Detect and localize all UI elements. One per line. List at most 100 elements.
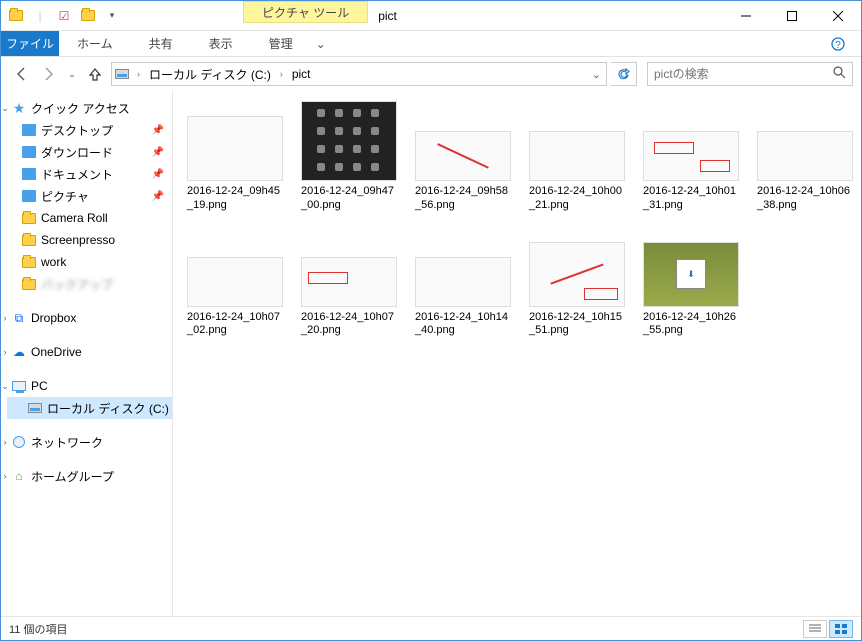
status-item-count: 11 個の項目: [9, 621, 67, 637]
folder-icon: [21, 276, 37, 292]
file-item[interactable]: 2016-12-24_10h01_31.png: [643, 101, 739, 213]
tree-homegroup[interactable]: › ⌂ ホームグループ: [7, 465, 172, 487]
thumbnail: ⬇: [643, 242, 739, 307]
tree-label: OneDrive: [31, 345, 82, 359]
minimize-button[interactable]: [723, 1, 769, 31]
navigation-tree[interactable]: ⌄ ★ クイック アクセス デスクトップ📌 ダウンロード 📌 ドキュメント 📌 ピクチャ 📌…: [1, 91, 173, 616]
search-box[interactable]: [647, 62, 853, 86]
file-item[interactable]: 2016-12-24_09h45_19.png: [187, 101, 283, 213]
chevron-right-icon[interactable]: ›: [277, 69, 286, 79]
ribbon-tab-view[interactable]: 表示: [191, 31, 251, 56]
tree-label: Screenpresso: [41, 233, 115, 247]
dropbox-icon: ⧉: [11, 310, 27, 326]
ribbon-file-tab[interactable]: ファイル: [1, 31, 59, 56]
qat-newfolder-icon[interactable]: [77, 5, 99, 27]
ribbon-help-icon[interactable]: ?: [815, 31, 861, 56]
file-name: 2016-12-24_10h01_31.png: [643, 185, 739, 213]
file-name: 2016-12-24_10h14_40.png: [415, 311, 511, 339]
search-icon[interactable]: [833, 66, 846, 82]
tree-item-blurred[interactable]: バックアップ: [7, 273, 172, 295]
window-title: pict: [378, 1, 397, 30]
tree-dropbox[interactable]: › ⧉ Dropbox: [7, 307, 172, 329]
tree-label: バックアップ: [41, 276, 113, 293]
ribbon-tab-share[interactable]: 共有: [131, 31, 191, 56]
tree-item[interactable]: Screenpresso: [7, 229, 172, 251]
expand-icon[interactable]: ›: [1, 347, 11, 357]
qat-folder-icon[interactable]: [5, 5, 27, 27]
breadcrumb-leaf[interactable]: pict: [290, 67, 313, 81]
thumbnail: [529, 242, 625, 307]
maximize-button[interactable]: [769, 1, 815, 31]
file-item[interactable]: ⬇2016-12-24_10h26_55.png: [643, 227, 739, 339]
file-name: 2016-12-24_09h47_00.png: [301, 185, 397, 213]
thumbnail: [757, 131, 853, 181]
file-name: 2016-12-24_10h15_51.png: [529, 311, 625, 339]
file-item[interactable]: 2016-12-24_10h06_38.png: [757, 101, 853, 213]
breadcrumb-root[interactable]: ローカル ディスク (C:): [147, 66, 273, 83]
file-item[interactable]: 2016-12-24_10h07_20.png: [301, 227, 397, 339]
tree-label: ピクチャ: [41, 188, 89, 205]
close-button[interactable]: [815, 1, 861, 31]
contextual-tool-tab[interactable]: ピクチャ ツール: [243, 1, 368, 23]
status-bar: 11 個の項目: [1, 616, 861, 640]
svg-text:?: ?: [835, 40, 841, 51]
expand-icon[interactable]: ›: [1, 437, 11, 447]
address-input[interactable]: › ローカル ディスク (C:) › pict ⌄: [111, 62, 607, 86]
nav-up-button[interactable]: [83, 62, 107, 86]
expand-icon[interactable]: ›: [1, 471, 11, 481]
tree-onedrive[interactable]: › ☁ OneDrive: [7, 341, 172, 363]
network-icon: [11, 434, 27, 450]
picture-icon: [21, 188, 37, 204]
tree-item[interactable]: ピクチャ 📌: [7, 185, 172, 207]
file-list[interactable]: 2016-12-24_09h45_19.png 2016-12-24_09h47_…: [173, 91, 861, 616]
file-item[interactable]: 2016-12-24_09h47_00.png: [301, 101, 397, 213]
tree-item[interactable]: ドキュメント 📌: [7, 163, 172, 185]
file-item[interactable]: 2016-12-24_09h58_56.png: [415, 101, 511, 213]
tree-item[interactable]: Camera Roll: [7, 207, 172, 229]
file-name: 2016-12-24_10h06_38.png: [757, 185, 853, 213]
qat-dropdown-icon[interactable]: ▾: [101, 5, 123, 27]
tree-local-disk[interactable]: ローカル ディスク (C:): [7, 397, 172, 419]
refresh-button[interactable]: [611, 62, 637, 86]
file-name: 2016-12-24_09h45_19.png: [187, 185, 283, 213]
file-item[interactable]: 2016-12-24_10h07_02.png: [187, 227, 283, 339]
tree-network[interactable]: › ネットワーク: [7, 431, 172, 453]
expand-icon[interactable]: ⌄: [1, 103, 11, 114]
address-bar: ⌄ › ローカル ディスク (C:) › pict ⌄: [1, 57, 861, 91]
chevron-right-icon[interactable]: ›: [134, 69, 143, 79]
qat-properties-icon[interactable]: ☑: [53, 5, 75, 27]
file-name: 2016-12-24_10h07_20.png: [301, 311, 397, 339]
ribbon-tab-home[interactable]: ホーム: [59, 31, 131, 56]
search-input[interactable]: [654, 67, 833, 81]
tree-label: ドキュメント: [41, 166, 113, 183]
address-dropdown-icon[interactable]: ⌄: [589, 68, 604, 81]
ribbon-tab-manage[interactable]: 管理: [251, 31, 311, 56]
ribbon-expand-icon[interactable]: ⌄: [311, 31, 331, 56]
tree-item[interactable]: ダウンロード 📌: [7, 141, 172, 163]
tree-label: Camera Roll: [41, 211, 108, 225]
tree-item[interactable]: work: [7, 251, 172, 273]
pin-icon: 📌: [152, 147, 164, 158]
file-item[interactable]: 2016-12-24_10h15_51.png: [529, 227, 625, 339]
tree-pc[interactable]: ⌄ PC: [7, 375, 172, 397]
tree-quick-access[interactable]: ⌄ ★ クイック アクセス: [7, 97, 172, 119]
desktop-icon: [21, 122, 37, 138]
file-item[interactable]: 2016-12-24_10h00_21.png: [529, 101, 625, 213]
star-icon: ★: [11, 100, 27, 116]
pin-icon: 📌: [152, 191, 164, 202]
view-thumbnails-button[interactable]: [829, 620, 853, 638]
nav-recent-dropdown[interactable]: ⌄: [65, 62, 79, 86]
tree-item[interactable]: デスクトップ📌: [7, 119, 172, 141]
nav-back-button[interactable]: [9, 62, 33, 86]
thumbnail: [643, 131, 739, 181]
view-details-button[interactable]: [803, 620, 827, 638]
expand-icon[interactable]: ›: [1, 313, 11, 323]
file-name: 2016-12-24_10h07_02.png: [187, 311, 283, 339]
tree-label: ダウンロード: [41, 144, 113, 161]
folder-icon: [21, 254, 37, 270]
pin-icon: 📌: [152, 169, 164, 180]
thumbnail: [187, 116, 283, 181]
expand-icon[interactable]: ⌄: [1, 381, 11, 392]
thumbnail: [529, 131, 625, 181]
file-item[interactable]: 2016-12-24_10h14_40.png: [415, 227, 511, 339]
